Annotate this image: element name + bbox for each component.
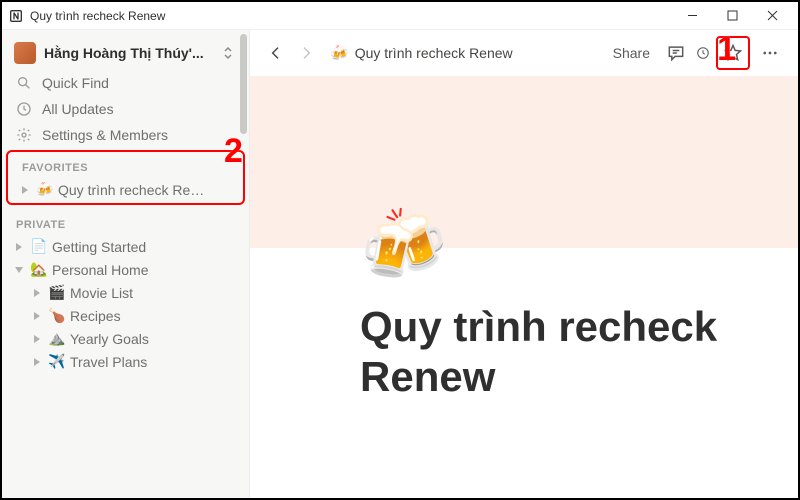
page-icon[interactable]: 🍻 — [360, 210, 447, 280]
settings-button[interactable]: Settings & Members — [2, 122, 249, 148]
page-label: Yearly Goals — [70, 331, 149, 347]
private-page-item[interactable]: ⛰️Yearly Goals — [2, 327, 249, 350]
maximize-button[interactable] — [712, 2, 752, 30]
caret-icon[interactable] — [30, 332, 44, 346]
page-label: Quy trình recheck Re… — [58, 182, 204, 198]
private-header: PRIVATE — [2, 209, 249, 235]
page-emoji-icon: 🏡 — [30, 261, 48, 278]
close-button[interactable] — [752, 2, 792, 30]
updates-button[interactable] — [696, 39, 710, 67]
breadcrumb-emoji-icon: 🍻 — [330, 44, 349, 62]
caret-icon[interactable] — [18, 183, 32, 197]
page-emoji-icon: 🍻 — [36, 181, 54, 198]
page-label: Travel Plans — [70, 354, 147, 370]
forward-button[interactable] — [294, 41, 318, 65]
comments-button[interactable] — [662, 39, 690, 67]
avatar — [14, 42, 36, 64]
private-page-item[interactable]: 📄Getting Started — [2, 235, 249, 258]
settings-label: Settings & Members — [42, 127, 168, 143]
chevron-updown-icon — [223, 45, 237, 61]
quick-find-button[interactable]: Quick Find — [2, 70, 249, 96]
app-icon — [8, 8, 24, 24]
window-titlebar: Quy trình recheck Renew — [2, 2, 798, 30]
page-label: Getting Started — [52, 239, 146, 255]
main-content: 🍻 Quy trình recheck Renew Share 🍻 — [250, 30, 798, 498]
caret-icon[interactable] — [30, 309, 44, 323]
breadcrumb-text: Quy trình recheck Renew — [355, 45, 513, 61]
private-page-item[interactable]: 🎬Movie List — [2, 281, 249, 304]
topbar: 🍻 Quy trình recheck Renew Share — [250, 30, 798, 76]
sidebar-scrollbar[interactable] — [240, 34, 247, 134]
minimize-button[interactable] — [672, 2, 712, 30]
caret-icon[interactable] — [12, 263, 26, 277]
page-cover[interactable]: 🍻 — [250, 76, 798, 248]
page-emoji-icon: 🎬 — [48, 284, 66, 301]
favorite-star-button[interactable] — [719, 39, 747, 67]
search-icon — [16, 75, 32, 91]
page-label: Recipes — [70, 308, 121, 324]
clock-icon — [16, 101, 32, 117]
breadcrumb[interactable]: 🍻 Quy trình recheck Renew — [330, 44, 513, 62]
back-button[interactable] — [264, 41, 288, 65]
favorite-page-item[interactable]: 🍻 Quy trình recheck Re… — [8, 178, 243, 201]
gear-icon — [16, 127, 32, 143]
all-updates-label: All Updates — [42, 101, 114, 117]
caret-icon[interactable] — [30, 286, 44, 300]
page-emoji-icon: ⛰️ — [48, 330, 66, 347]
workspace-name: Hằng Hoàng Thị Thúy'... — [44, 45, 215, 61]
private-page-item[interactable]: 🍗Recipes — [2, 304, 249, 327]
window-controls — [672, 2, 792, 30]
page-label: Personal Home — [52, 262, 149, 278]
private-page-item[interactable]: 🏡Personal Home — [2, 258, 249, 281]
page-emoji-icon: 📄 — [30, 238, 48, 255]
page-title[interactable]: Quy trình recheck Renew — [360, 302, 720, 403]
favorites-highlight-box: FAVORITES 🍻 Quy trình recheck Re… — [6, 150, 245, 205]
private-page-item[interactable]: ✈️Travel Plans — [2, 350, 249, 373]
page-body: Quy trình recheck Renew — [250, 248, 798, 403]
page-emoji-icon: 🍗 — [48, 307, 66, 324]
window-title: Quy trình recheck Renew — [30, 9, 672, 23]
favorite-highlight-box — [716, 36, 750, 70]
caret-icon[interactable] — [30, 355, 44, 369]
all-updates-button[interactable]: All Updates — [2, 96, 249, 122]
share-button[interactable]: Share — [607, 45, 656, 61]
more-button[interactable] — [756, 39, 784, 67]
page-emoji-icon: ✈️ — [48, 353, 66, 370]
workspace-switcher[interactable]: Hằng Hoàng Thị Thúy'... — [2, 36, 249, 70]
page-label: Movie List — [70, 285, 133, 301]
sidebar: Hằng Hoàng Thị Thúy'... Quick Find All U… — [2, 30, 250, 498]
quick-find-label: Quick Find — [42, 75, 109, 91]
favorites-header: FAVORITES — [8, 152, 243, 178]
caret-icon[interactable] — [12, 240, 26, 254]
